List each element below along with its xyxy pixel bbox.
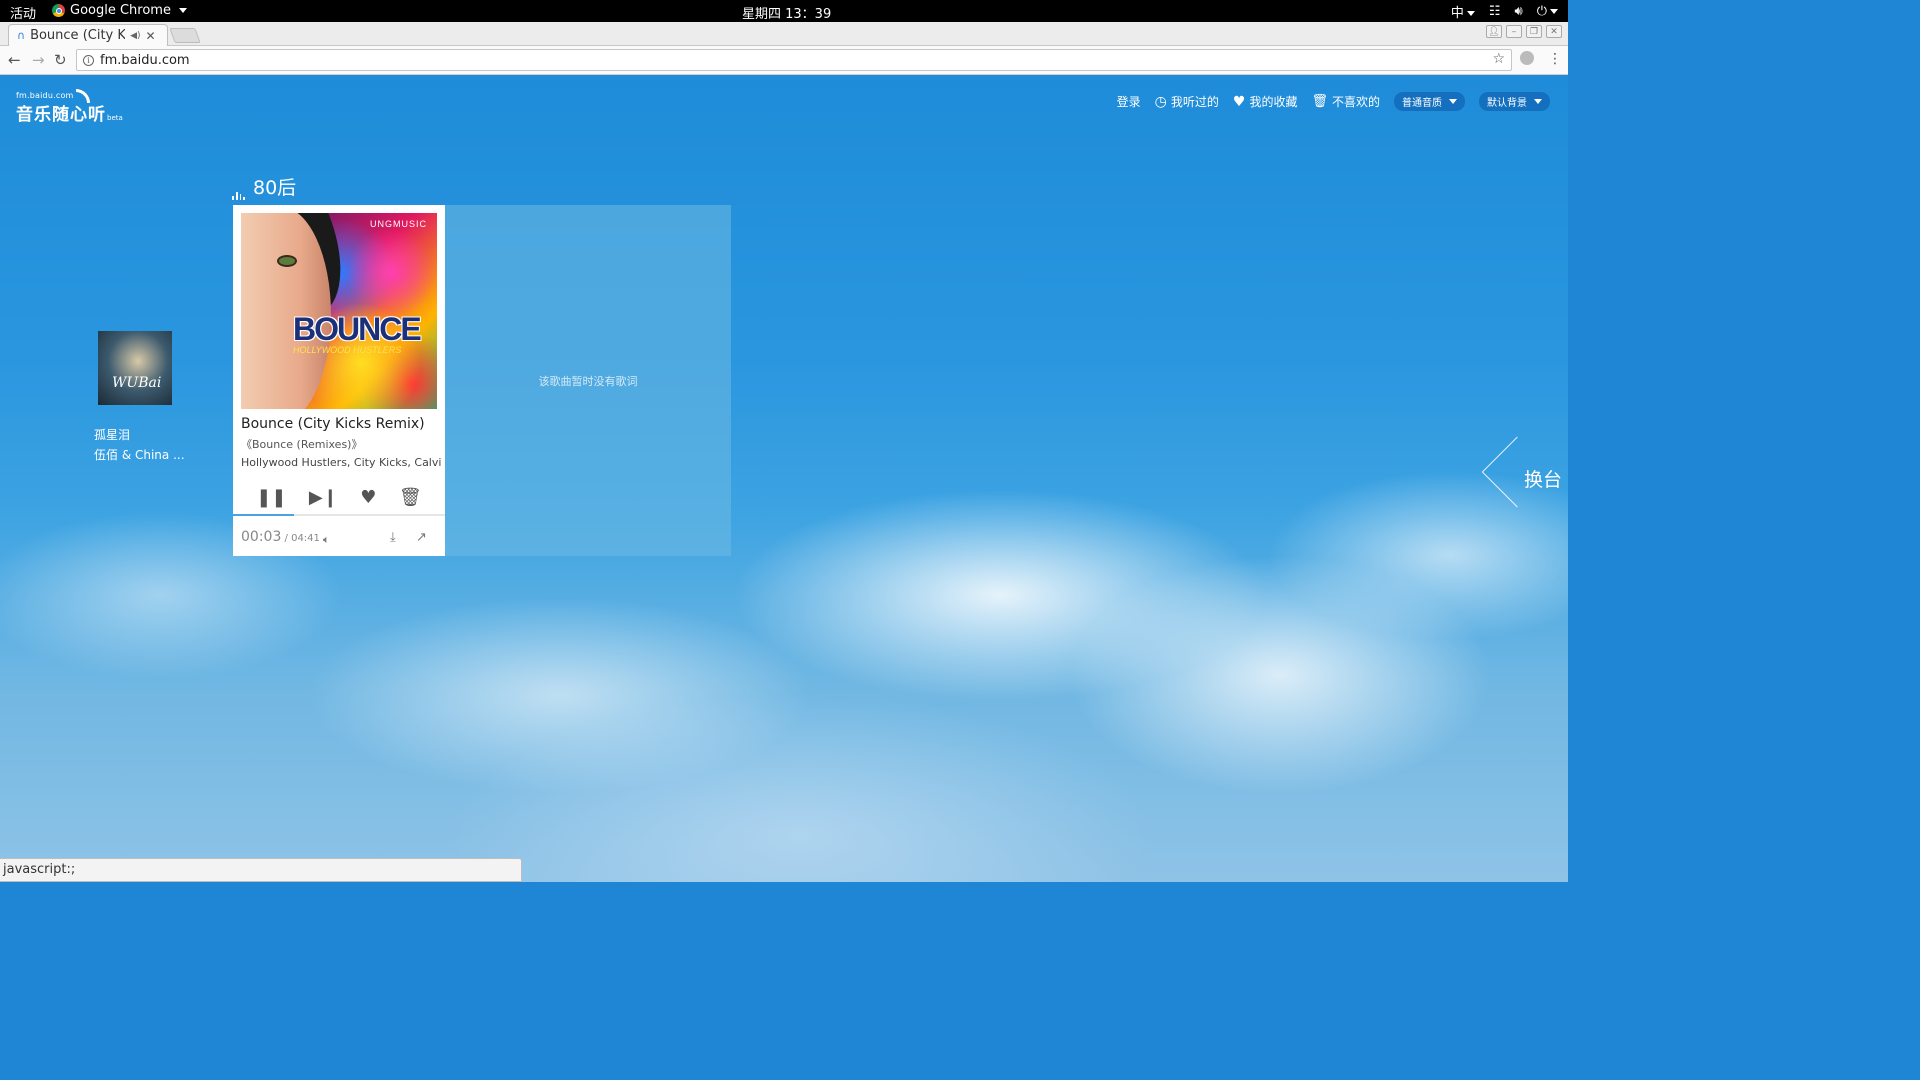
download-icon[interactable]: ⤓: [390, 530, 396, 545]
background-dropdown[interactable]: 默认背景: [1479, 92, 1550, 111]
trash-icon: 🗑︎: [1311, 94, 1328, 109]
history-link[interactable]: ◷ 我听过的: [1155, 93, 1219, 110]
switch-channel-label: 换台: [1524, 469, 1563, 491]
system-top-bar: 活动 Google Chrome 星期四 13：39 中 ☷ 🔊︎ ⏻: [0, 0, 1568, 22]
chevron-down-icon: [1449, 99, 1457, 104]
login-link[interactable]: 登录: [1117, 93, 1141, 110]
audio-playing-icon[interactable]: ◀): [130, 31, 140, 41]
previous-song-title[interactable]: 孤星泪: [94, 426, 130, 443]
browser-status-bar: javascript:;: [0, 858, 522, 882]
lyrics-panel: 该歌曲暂时没有歌词: [445, 205, 731, 556]
quality-label: 普通音质: [1402, 98, 1442, 109]
quality-dropdown[interactable]: 普通音质: [1394, 92, 1465, 111]
window-controls: 👤︎ – ❐ ✕: [1486, 25, 1562, 38]
history-label: 我听过的: [1170, 95, 1219, 109]
time-display: 00:03 / 04:41: [241, 529, 320, 545]
forward-button[interactable]: →: [32, 51, 45, 69]
total-time: / 04:41: [281, 533, 320, 544]
favorites-label: 我的收藏: [1249, 95, 1298, 109]
progress-fill: [233, 514, 295, 516]
new-tab-button[interactable]: [169, 28, 201, 43]
cover-label-text: UNGMUSIC: [370, 219, 427, 229]
power-icon[interactable]: ⏻: [1537, 4, 1558, 19]
song-artists[interactable]: Hollywood Hustlers, City Kicks, Calvi...: [241, 456, 441, 469]
more-menu-icon[interactable]: ⋮: [1548, 51, 1562, 67]
back-button[interactable]: ←: [8, 51, 21, 69]
lyrics-placeholder: 该歌曲暂时没有歌词: [538, 374, 638, 388]
cover-title-text: BOUNCE: [293, 311, 422, 347]
chevron-down-icon: [1466, 11, 1475, 16]
chrome-icon: [52, 4, 65, 17]
tab-strip: ∩ Bounce (City Kic ◀) ✕ 👤︎ – ❐ ✕: [0, 22, 1568, 46]
network-icon[interactable]: ☷: [1489, 4, 1501, 19]
chevron-down-icon: [178, 8, 187, 13]
player-card: UNGMUSIC BOUNCE HOLLYWOOD HUSTLERS Bounc…: [233, 205, 445, 556]
channel-name: 80后: [253, 177, 297, 199]
close-icon[interactable]: ✕: [146, 29, 156, 43]
address-bar[interactable]: i fm.baidu.com ☆: [76, 49, 1512, 71]
status-text: javascript:;: [3, 862, 76, 877]
app-menu[interactable]: Google Chrome: [52, 3, 187, 18]
cover-subtitle-text: HOLLYWOOD HUSTLERS: [293, 345, 402, 355]
equalizer-icon: [232, 188, 245, 200]
chevron-down-icon: [1534, 99, 1542, 104]
web-page: fm.baidu.com 音乐随心听beta 登录 ◷ 我听过的 ♥ 我的收藏 🗑︎…: [0, 75, 1568, 882]
browser-toolbar: ← → ↻ i fm.baidu.com ☆ ⋮: [0, 46, 1568, 75]
url-text: fm.baidu.com: [100, 52, 190, 68]
input-method-label: 中: [1450, 6, 1464, 21]
system-tray[interactable]: 中 ☷ 🔊︎ ⏻: [1451, 2, 1558, 21]
history-icon: ◷: [1154, 93, 1167, 110]
previous-cover-text: WUBai: [112, 375, 162, 391]
app-menu-label: Google Chrome: [70, 3, 171, 18]
input-method-indicator[interactable]: 中: [1451, 2, 1475, 21]
channel-heading: 80后: [232, 173, 296, 200]
volume-icon[interactable]: 🔊︎: [1515, 4, 1523, 19]
activities-button[interactable]: 活动: [10, 3, 36, 22]
headphones-icon: ∩: [17, 29, 26, 42]
player-controls: ❚❚ ▶❙ ♥ 🗑︎: [233, 484, 445, 510]
progress-bar[interactable]: [233, 514, 445, 516]
heart-icon[interactable]: ♥: [360, 487, 376, 508]
disliked-link[interactable]: 🗑︎ 不喜欢的: [1311, 93, 1380, 110]
favorites-link[interactable]: ♥ 我的收藏: [1233, 93, 1298, 110]
top-nav: 登录 ◷ 我听过的 ♥ 我的收藏 🗑︎ 不喜欢的 普通音质 默认背景: [1117, 92, 1550, 111]
album-cover: UNGMUSIC BOUNCE HOLLYWOOD HUSTLERS: [241, 213, 437, 409]
disliked-label: 不喜欢的: [1331, 95, 1380, 109]
logo-domain: fm.baidu.com: [16, 91, 74, 100]
chevron-down-icon: [1550, 9, 1558, 14]
pause-icon[interactable]: ❚❚: [256, 487, 286, 508]
reload-button[interactable]: ↻: [54, 51, 67, 69]
minimize-button[interactable]: –: [1506, 25, 1522, 38]
tab-title: Bounce (City Kic: [30, 28, 126, 43]
switch-channel-button[interactable]: 换台: [1481, 436, 1568, 517]
trash-icon[interactable]: 🗑︎: [399, 487, 422, 508]
logo-beta: beta: [107, 114, 123, 122]
heart-icon: ♥: [1232, 93, 1246, 110]
browser-tab[interactable]: ∩ Bounce (City Kic ◀) ✕: [8, 24, 168, 46]
clock[interactable]: 星期四 13：39: [742, 3, 831, 22]
share-icon[interactable]: ↗: [416, 530, 427, 545]
close-window-button[interactable]: ✕: [1546, 25, 1562, 38]
elapsed-time: 00:03: [241, 529, 282, 545]
bookmark-star-icon[interactable]: ☆: [1492, 51, 1505, 67]
profile-icon[interactable]: 👤︎: [1486, 25, 1502, 38]
maximize-button[interactable]: ❐: [1526, 25, 1542, 38]
background-label: 默认背景: [1487, 98, 1527, 109]
logo-title: 音乐随心听: [16, 105, 106, 125]
song-title[interactable]: Bounce (City Kicks Remix): [241, 416, 425, 432]
previous-song-artist[interactable]: 伍佰 & China ...: [94, 446, 185, 463]
next-track-icon[interactable]: ▶❙: [309, 487, 338, 508]
info-icon[interactable]: i: [83, 54, 94, 66]
site-logo[interactable]: fm.baidu.com 音乐随心听beta: [16, 89, 123, 125]
song-album[interactable]: 《Bounce (Remixes)》: [241, 436, 362, 452]
previous-song-cover[interactable]: WUBai: [98, 331, 172, 405]
extension-icon[interactable]: [1520, 51, 1534, 65]
volume-icon[interactable]: 🔈︎: [323, 533, 330, 547]
login-label: 登录: [1116, 95, 1141, 109]
